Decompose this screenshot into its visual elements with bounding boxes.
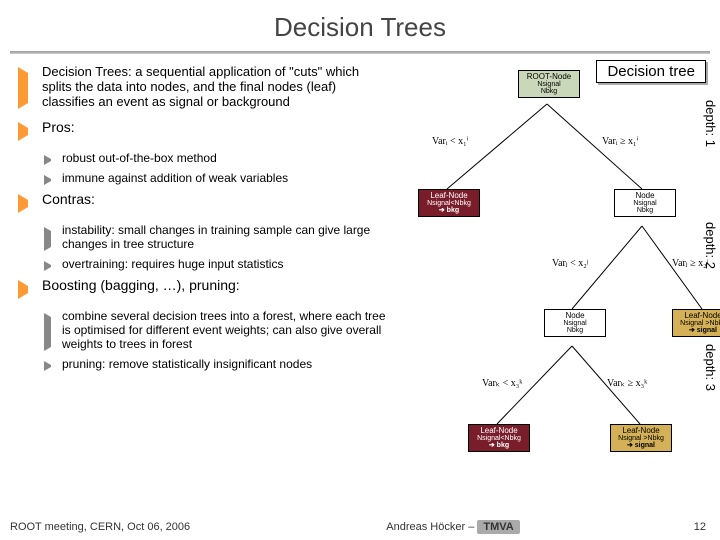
pros-item-2: immune against addition of weak variable… xyxy=(62,171,388,185)
node-nsig: Nsignal xyxy=(617,200,673,207)
pros-heading: Pros: xyxy=(42,119,388,135)
leaf-bkg-node: Leaf-Node Nsignal<Nbkg ➔ bkg xyxy=(418,189,480,217)
contras-item-2: overtraining: requires huge input statis… xyxy=(62,257,388,271)
internal-node: Node Nsignal Nbkg xyxy=(614,189,676,217)
pros-item-1: robust out-of-the-box method xyxy=(62,151,388,165)
arrow-small-icon xyxy=(44,361,58,371)
node-result: ➔ signal xyxy=(675,327,720,334)
footer-author: Andreas Höcker – xyxy=(386,521,474,533)
node-cond: Nsignal<Nbkg xyxy=(421,200,477,207)
cond-label: Varᵢ ≥ x₁ⁱ xyxy=(602,136,638,147)
contras-row: Contras: xyxy=(18,191,388,213)
diagram-area: Decision tree depth: 1 depth: 2 depth: 3… xyxy=(392,54,720,494)
arrow-icon xyxy=(18,67,38,109)
arrow-icon xyxy=(18,280,38,299)
leaf-sig-node: Leaf-Node Nsignal >Nbkg ➔ signal xyxy=(672,309,720,337)
list-item: instability: small changes in training s… xyxy=(44,223,388,251)
cond-label: Varⱼ < x₂ʲ xyxy=(552,258,588,269)
node-result: ➔ signal xyxy=(613,442,669,449)
pros-row: Pros: xyxy=(18,119,388,141)
arrow-small-icon xyxy=(44,261,58,271)
list-item: robust out-of-the-box method xyxy=(44,151,388,165)
arrow-small-icon xyxy=(44,155,58,165)
slide-title: Decision Trees xyxy=(0,0,720,51)
node-title: ROOT-Node xyxy=(527,72,571,81)
footer-center: Andreas Höcker – TMVA xyxy=(250,520,656,534)
node-title: Node xyxy=(635,191,654,200)
footer-left: ROOT meeting, CERN, Oct 06, 2006 xyxy=(0,521,250,533)
boost-list: combine several decision trees into a fo… xyxy=(44,309,388,371)
boost-item-2: pruning: remove statistically insignific… xyxy=(62,357,388,371)
arrow-small-icon xyxy=(44,313,58,351)
page-number: 12 xyxy=(656,521,720,533)
node-nsig: Nsignal xyxy=(547,320,603,327)
leaf-sig-node: Leaf-Node Nsignal >Nbkg ➔ signal xyxy=(610,424,672,452)
node-cond: Nsignal<Nbkg xyxy=(471,435,527,442)
content-area: Decision Trees: a sequential application… xyxy=(0,54,720,494)
cond-label: Varₖ ≥ x₃ᵏ xyxy=(607,378,647,389)
node-title: Node xyxy=(565,311,584,320)
tmva-badge: TMVA xyxy=(477,520,519,534)
list-item: overtraining: requires huge input statis… xyxy=(44,257,388,271)
arrow-icon xyxy=(18,122,38,141)
list-item: immune against addition of weak variable… xyxy=(44,171,388,185)
main-bullet-row: Decision Trees: a sequential application… xyxy=(18,64,388,109)
node-cond: Nsignal >Nbkg xyxy=(613,435,669,442)
node-nsig: Nsignal xyxy=(521,81,577,88)
boost-heading: Boosting (bagging, …), pruning: xyxy=(42,277,388,293)
pros-list: robust out-of-the-box method immune agai… xyxy=(44,151,388,185)
arrow-small-icon xyxy=(44,227,58,251)
node-nbkg: Nbkg xyxy=(521,88,577,95)
cond-label: Varⱼ ≥ x₂ʲ xyxy=(672,258,708,269)
cond-label: Varₖ < x₃ᵏ xyxy=(482,378,522,389)
contras-heading: Contras: xyxy=(42,191,388,207)
boost-item-1: combine several decision trees into a fo… xyxy=(62,309,388,351)
depth-3-label: depth: 3 xyxy=(703,344,718,391)
node-cond: Nsignal >Nbkg xyxy=(675,320,720,327)
leaf-bkg-node: Leaf-Node Nsignal<Nbkg ➔ bkg xyxy=(468,424,530,452)
arrow-icon xyxy=(18,194,38,213)
footer: ROOT meeting, CERN, Oct 06, 2006 Andreas… xyxy=(0,514,720,540)
list-item: pruning: remove statistically insignific… xyxy=(44,357,388,371)
arrow-small-icon xyxy=(44,175,58,185)
main-bullet-text: Decision Trees: a sequential application… xyxy=(42,64,388,109)
node-title: Leaf-Node xyxy=(480,426,517,435)
node-title: Leaf-Node xyxy=(684,311,720,320)
cond-label: Varᵢ < x₁ⁱ xyxy=(432,136,468,147)
contras-item-1: instability: small changes in training s… xyxy=(62,223,388,251)
node-result: ➔ bkg xyxy=(421,207,477,214)
node-title: Leaf-Node xyxy=(622,426,659,435)
node-nbkg: Nbkg xyxy=(617,207,673,214)
internal-node: Node Nsignal Nbkg xyxy=(544,309,606,337)
boost-row: Boosting (bagging, …), pruning: xyxy=(18,277,388,299)
list-item: combine several decision trees into a fo… xyxy=(44,309,388,351)
depth-1-label: depth: 1 xyxy=(703,100,718,147)
node-nbkg: Nbkg xyxy=(547,327,603,334)
contras-list: instability: small changes in training s… xyxy=(44,223,388,271)
root-node: ROOT-Node Nsignal Nbkg xyxy=(518,70,580,98)
node-title: Leaf-Node xyxy=(430,191,467,200)
left-column: Decision Trees: a sequential application… xyxy=(0,54,392,494)
node-result: ➔ bkg xyxy=(471,442,527,449)
